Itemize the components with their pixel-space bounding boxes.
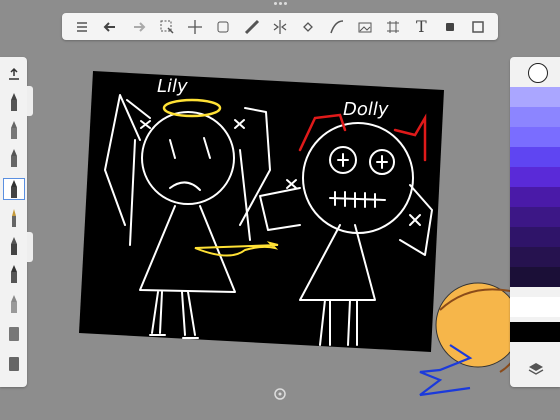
brush-size-tab[interactable] bbox=[27, 86, 33, 116]
marker-brush-icon[interactable] bbox=[3, 147, 25, 169]
inking-brush-icon[interactable] bbox=[3, 119, 25, 141]
left-character-label: Lily bbox=[157, 76, 188, 97]
pencil-brush-icon[interactable] bbox=[3, 91, 25, 113]
color-swatch[interactable] bbox=[510, 147, 560, 167]
color-swatch[interactable] bbox=[510, 167, 560, 187]
brush-opacity-tab[interactable] bbox=[27, 232, 33, 262]
brush-palette bbox=[0, 57, 27, 387]
color-swatch[interactable] bbox=[510, 227, 560, 247]
eraser-brush-icon[interactable] bbox=[3, 323, 25, 345]
smudge-brush-icon[interactable] bbox=[3, 353, 25, 375]
symmetry-icon[interactable] bbox=[270, 17, 290, 37]
canvas-reset-icon[interactable] bbox=[273, 386, 287, 400]
image-icon[interactable] bbox=[355, 17, 375, 37]
color-swatch[interactable] bbox=[510, 107, 560, 127]
blue-scribble bbox=[419, 344, 473, 397]
layers-stack-icon[interactable] bbox=[213, 17, 233, 37]
text-icon[interactable]: T bbox=[411, 17, 431, 37]
canvas-sheet[interactable] bbox=[79, 71, 444, 352]
color-palette bbox=[510, 57, 560, 387]
sun-face bbox=[435, 282, 521, 368]
top-toolbar: T bbox=[62, 13, 498, 40]
layers-icon[interactable] bbox=[524, 358, 548, 380]
color-swatch[interactable] bbox=[510, 297, 560, 317]
selected-brush-icon[interactable] bbox=[3, 178, 25, 200]
curve-icon[interactable] bbox=[327, 17, 347, 37]
stamp-icon[interactable] bbox=[440, 17, 460, 37]
paintbrush-icon[interactable] bbox=[3, 207, 25, 229]
list-icon[interactable] bbox=[72, 17, 92, 37]
redo-icon[interactable] bbox=[129, 17, 149, 37]
right-character-label: Dolly bbox=[343, 99, 389, 120]
fullscreen-icon[interactable] bbox=[468, 17, 488, 37]
color-swatch[interactable] bbox=[510, 207, 560, 227]
soft-brush-icon[interactable] bbox=[3, 293, 25, 315]
drawing-canvas[interactable] bbox=[0, 0, 560, 420]
fill-icon[interactable] bbox=[298, 17, 318, 37]
text-icon-label: T bbox=[415, 17, 427, 36]
color-swatch[interactable] bbox=[510, 87, 560, 107]
undo-icon[interactable] bbox=[100, 17, 120, 37]
airbrush-icon[interactable] bbox=[3, 235, 25, 257]
brush-panel-toggle-icon[interactable] bbox=[3, 63, 25, 85]
color-swatch[interactable] bbox=[510, 187, 560, 207]
color-swatch[interactable] bbox=[510, 247, 560, 267]
color-swatch[interactable] bbox=[510, 267, 560, 287]
transform-icon[interactable] bbox=[185, 17, 205, 37]
selection-icon[interactable] bbox=[157, 17, 177, 37]
ruler-icon[interactable] bbox=[242, 17, 262, 37]
perspective-icon[interactable] bbox=[383, 17, 403, 37]
color-swatch[interactable] bbox=[510, 322, 560, 342]
color-swatch[interactable] bbox=[510, 127, 560, 147]
pen-brush-icon[interactable] bbox=[3, 263, 25, 285]
color-picker-icon[interactable] bbox=[528, 63, 548, 83]
toolbar-grabber[interactable] bbox=[272, 2, 288, 8]
